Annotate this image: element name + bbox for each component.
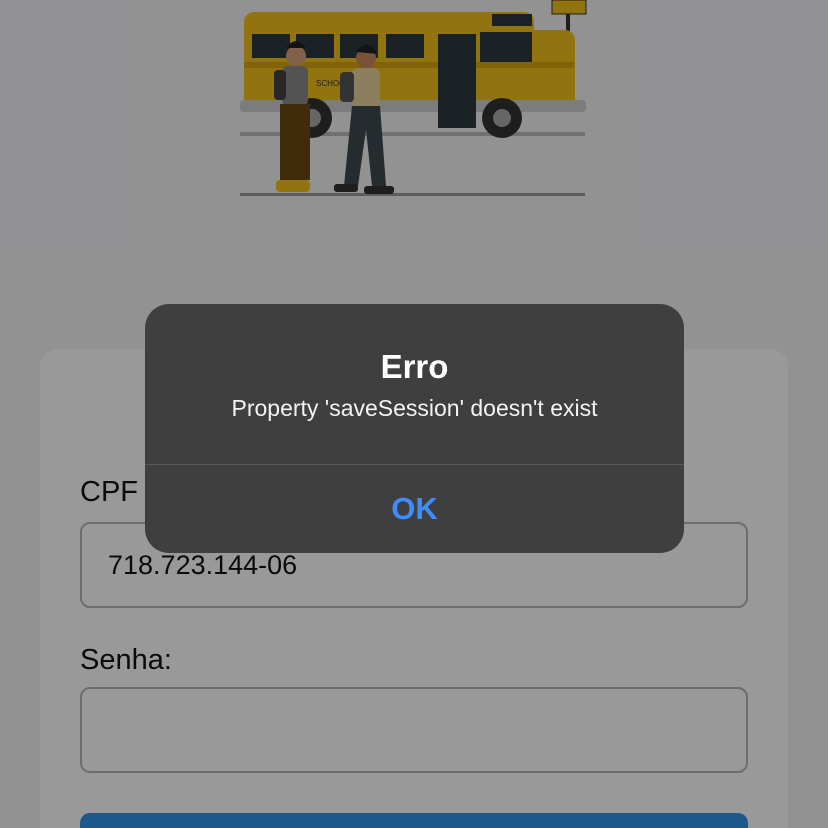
alert-message: Property 'saveSession' doesn't exist	[231, 395, 598, 421]
alert-title: Erro	[380, 348, 449, 385]
error-alert: Erro Property 'saveSession' doesn't exis…	[145, 304, 684, 553]
ok-button[interactable]: OK	[145, 465, 684, 553]
